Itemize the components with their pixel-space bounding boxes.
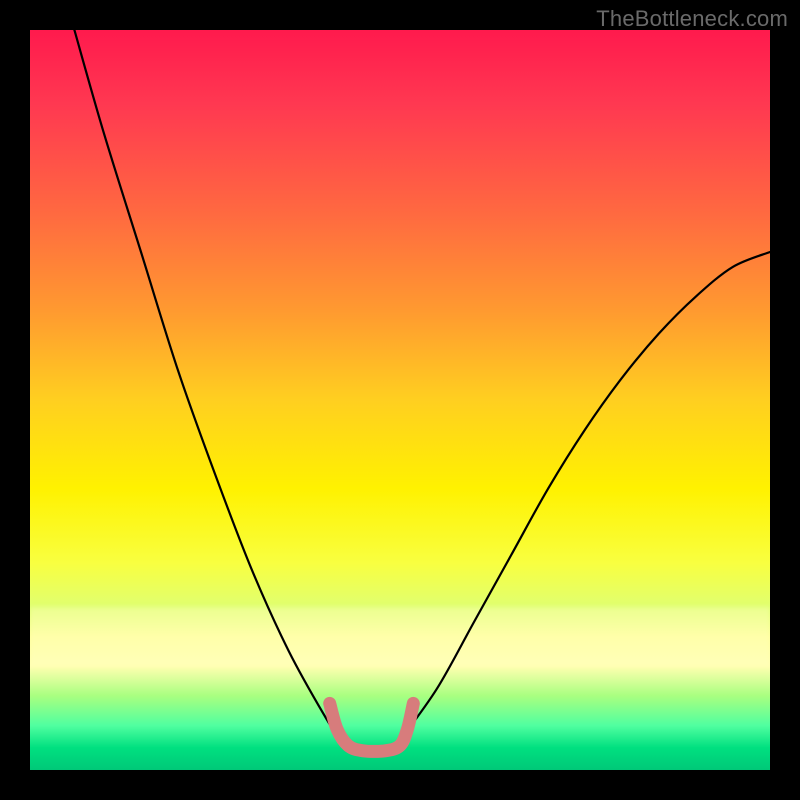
curve-left bbox=[74, 30, 340, 740]
curve-right bbox=[400, 252, 770, 740]
valley-marker bbox=[330, 703, 414, 751]
chart-svg bbox=[30, 30, 770, 770]
watermark-text: TheBottleneck.com bbox=[596, 6, 788, 32]
chart-area bbox=[30, 30, 770, 770]
